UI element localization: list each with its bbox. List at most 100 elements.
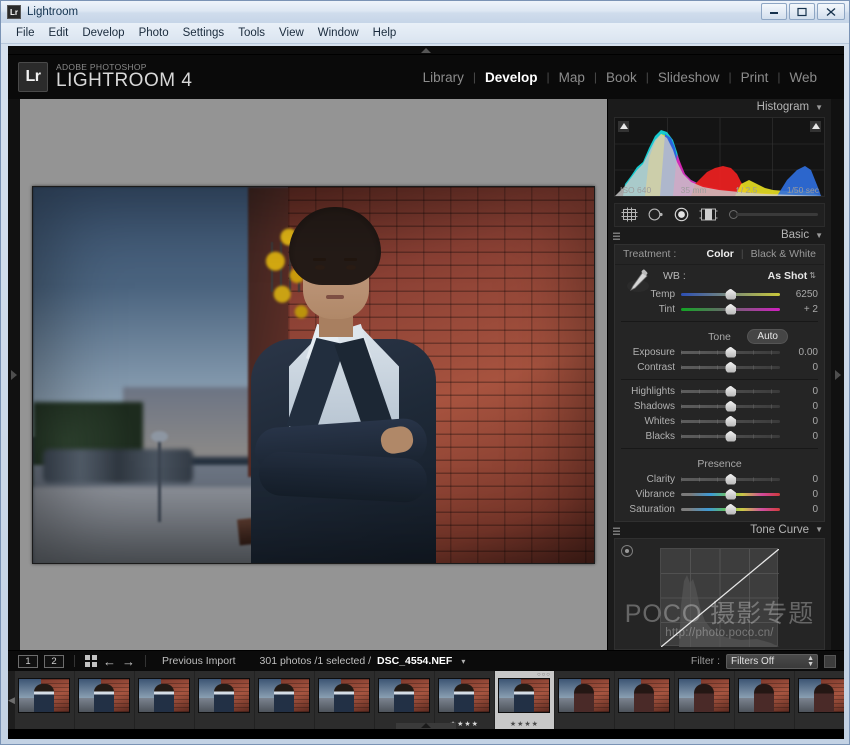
panel-switch-icon[interactable] <box>613 526 620 535</box>
panel-switch-icon[interactable] <box>613 231 620 240</box>
slider-vibrance[interactable]: Vibrance 0 <box>615 487 824 502</box>
spot-removal-icon[interactable] <box>647 207 664 222</box>
treatment-option-bw[interactable]: Black & White <box>751 248 816 260</box>
loupe-photo[interactable] <box>32 186 595 564</box>
slider-contrast[interactable]: Contrast 0 <box>615 360 824 375</box>
slider-knob[interactable] <box>725 362 736 373</box>
slider-value[interactable]: + 2 <box>786 304 818 315</box>
module-book[interactable]: Book <box>597 70 646 85</box>
slider-value[interactable]: 0 <box>786 362 818 373</box>
slider-value[interactable]: 0 <box>786 489 818 500</box>
slider-track[interactable] <box>681 401 780 412</box>
filmstrip-track[interactable]: ★★★★ ○○○ ★★★★ <box>15 671 844 729</box>
menu-develop[interactable]: Develop <box>75 25 131 41</box>
filmstrip-thumbnail[interactable] <box>795 671 844 729</box>
slider-track[interactable] <box>681 304 780 315</box>
filmstrip-thumbnail[interactable] <box>375 671 435 729</box>
filmstrip-thumbnail[interactable] <box>195 671 255 729</box>
filmstrip-thumbnail[interactable] <box>15 671 75 729</box>
menu-view[interactable]: View <box>272 25 311 41</box>
shadow-clipping-indicator[interactable] <box>618 121 629 132</box>
tonecurve-graph[interactable] <box>660 548 778 646</box>
stepper-icon[interactable]: ▲▼ <box>807 656 814 668</box>
previous-photo-button[interactable]: ← <box>103 655 116 668</box>
menu-help[interactable]: Help <box>366 25 404 41</box>
auto-tone-button[interactable]: Auto <box>747 329 788 344</box>
slider-track[interactable] <box>681 347 780 358</box>
left-panel-toggle[interactable] <box>8 99 20 650</box>
crop-overlay-icon[interactable] <box>621 207 638 222</box>
chevron-down-icon[interactable]: ▼ <box>815 231 823 240</box>
right-panel-toggle[interactable] <box>831 99 844 650</box>
slider-knob[interactable] <box>725 386 736 397</box>
grid-view-icon[interactable] <box>85 655 97 667</box>
slider-tint[interactable]: Tint + 2 <box>615 302 824 317</box>
slider-knob[interactable] <box>725 431 736 442</box>
module-slideshow[interactable]: Slideshow <box>649 70 729 85</box>
red-eye-icon[interactable] <box>673 207 690 222</box>
module-map[interactable]: Map <box>550 70 594 85</box>
filter-lock-icon[interactable] <box>824 655 836 668</box>
slider-knob[interactable] <box>725 304 736 315</box>
filmstrip-thumbnail[interactable] <box>255 671 315 729</box>
slider-knob[interactable] <box>725 347 736 358</box>
screen-2-button[interactable]: 2 <box>44 655 64 668</box>
slider-value[interactable]: 0 <box>786 431 818 442</box>
white-balance-value[interactable]: As Shot <box>768 270 808 282</box>
filter-select[interactable]: Filters Off ▲▼ <box>726 654 818 669</box>
white-balance-eyedropper-icon[interactable] <box>623 268 653 296</box>
menu-settings[interactable]: Settings <box>176 25 232 41</box>
slider-knob[interactable] <box>725 416 736 427</box>
slider-exposure[interactable]: Exposure 0.00 <box>615 345 824 360</box>
filmstrip-thumbnail[interactable] <box>135 671 195 729</box>
slider-value[interactable]: 0 <box>786 401 818 412</box>
slider-track[interactable] <box>681 431 780 442</box>
filmstrip-thumbnail[interactable] <box>555 671 615 729</box>
targeted-adjustment-icon[interactable] <box>621 545 633 557</box>
histogram-chart[interactable]: ISO 640 35 mm f / 2.5 1/50 sec <box>614 117 825 197</box>
tonecurve-panel-header[interactable]: Tone Curve ▼ <box>608 522 831 539</box>
slider-knob[interactable] <box>725 474 736 485</box>
slider-track[interactable] <box>681 362 780 373</box>
module-library[interactable]: Library <box>414 70 473 85</box>
slider-value[interactable]: 0.00 <box>786 347 818 358</box>
slider-track[interactable] <box>681 289 780 300</box>
menu-tools[interactable]: Tools <box>231 25 272 41</box>
menu-edit[interactable]: Edit <box>42 25 76 41</box>
filmstrip-thumbnail[interactable] <box>675 671 735 729</box>
histogram-panel-header[interactable]: Histogram ▼ <box>608 99 831 116</box>
module-print[interactable]: Print <box>732 70 778 85</box>
screen-1-button[interactable]: 1 <box>18 655 38 668</box>
slider-blacks[interactable]: Blacks 0 <box>615 429 824 444</box>
slider-whites[interactable]: Whites 0 <box>615 414 824 429</box>
highlight-clipping-indicator[interactable] <box>810 121 821 132</box>
slider-track[interactable] <box>681 489 780 500</box>
slider-knob[interactable] <box>725 401 736 412</box>
slider-knob[interactable] <box>725 289 736 300</box>
filmstrip-thumbnail[interactable] <box>315 671 375 729</box>
next-photo-button[interactable]: → <box>122 655 135 668</box>
module-web[interactable]: Web <box>780 70 826 85</box>
chevron-up-icon[interactable] <box>421 723 431 728</box>
slider-shadows[interactable]: Shadows 0 <box>615 399 824 414</box>
slider-track[interactable] <box>681 504 780 515</box>
slider-value[interactable]: 6250 <box>786 289 818 300</box>
slider-knob[interactable] <box>725 489 736 500</box>
slider-value[interactable]: 0 <box>786 504 818 515</box>
chevron-down-icon[interactable]: ▾ <box>461 657 465 666</box>
slider-track[interactable] <box>681 386 780 397</box>
slider-value[interactable]: 0 <box>786 386 818 397</box>
menu-file[interactable]: File <box>9 25 42 41</box>
minimize-button[interactable] <box>761 3 787 20</box>
filmstrip-thumbnail[interactable] <box>735 671 795 729</box>
top-panel-toggle[interactable] <box>8 46 844 55</box>
slider-track[interactable] <box>736 213 818 216</box>
tool-amount-slider[interactable] <box>729 210 818 220</box>
maximize-button[interactable] <box>789 3 815 20</box>
menu-window[interactable]: Window <box>311 25 366 41</box>
thumbnail-rating[interactable]: ★★★★ <box>495 720 554 728</box>
slider-clarity[interactable]: Clarity 0 <box>615 472 824 487</box>
slider-value[interactable]: 0 <box>786 416 818 427</box>
menu-photo[interactable]: Photo <box>132 25 176 41</box>
slider-knob[interactable] <box>725 504 736 515</box>
